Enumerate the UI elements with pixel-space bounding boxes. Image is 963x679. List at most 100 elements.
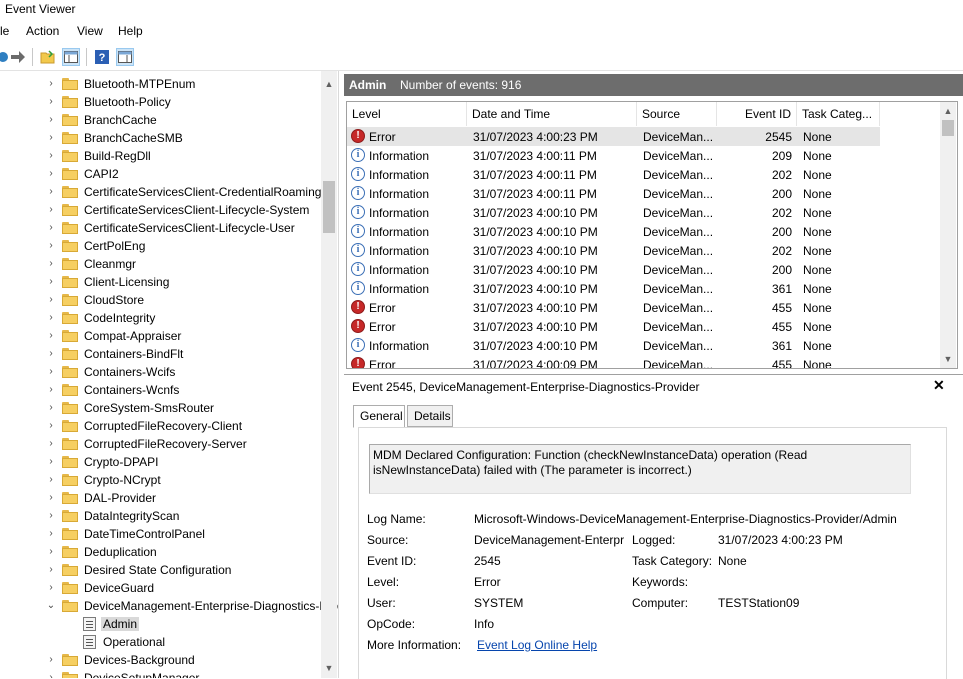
chevron-right-icon[interactable]: › <box>46 438 56 450</box>
tree-item[interactable]: › BranchCache <box>0 111 322 129</box>
table-row[interactable]: i Information 31/07/2023 4:00:11 PM DeviceM… <box>347 165 880 184</box>
chevron-right-icon[interactable]: › <box>46 582 56 594</box>
tree-item[interactable]: › Deduplication <box>0 543 322 561</box>
chevron-right-icon[interactable]: › <box>46 150 56 162</box>
chevron-right-icon[interactable]: › <box>46 528 56 540</box>
computer-value[interactable]: TESTStation09 <box>718 596 799 610</box>
tree-item[interactable]: › BranchCacheSMB <box>0 129 322 147</box>
log-name-value[interactable]: Microsoft-Windows-DeviceManagement-Enter… <box>474 512 897 526</box>
tree-item[interactable]: › CertPolEng <box>0 237 322 255</box>
properties-pane-icon[interactable] <box>62 48 80 66</box>
tree-item[interactable]: › Client-Licensing <box>0 273 322 291</box>
tree-item[interactable]: › Containers-BindFlt <box>0 345 322 363</box>
source-value[interactable]: DeviceManagement-Enterpr <box>474 533 626 547</box>
close-icon[interactable]: ✕ <box>933 377 945 394</box>
tree-item[interactable]: › DateTimeControlPanel <box>0 525 322 543</box>
chevron-right-icon[interactable]: › <box>46 204 56 216</box>
column-event-id[interactable]: Event ID <box>717 102 797 126</box>
tab-general[interactable]: General <box>353 405 405 428</box>
tree-item[interactable]: › CloudStore <box>0 291 322 309</box>
tree-item[interactable]: › CertificateServicesClient-Lifecycle-Sys… <box>0 201 322 219</box>
chevron-right-icon[interactable]: › <box>46 114 56 126</box>
menu-file[interactable]: le <box>0 24 9 38</box>
table-row[interactable]: ! Error 31/07/2023 4:00:10 PM DeviceMan... 4… <box>347 298 880 317</box>
chevron-right-icon[interactable]: › <box>46 366 56 378</box>
tree-item[interactable]: Operational <box>0 633 322 651</box>
chevron-right-icon[interactable]: › <box>46 456 56 468</box>
opcode-value[interactable]: Info <box>474 617 494 631</box>
chevron-right-icon[interactable]: › <box>46 384 56 396</box>
task-category-value[interactable]: None <box>718 554 747 568</box>
tree-item[interactable]: › Devices-Background <box>0 651 322 669</box>
tree-item[interactable]: › Compat-Appraiser <box>0 327 322 345</box>
tree-item[interactable]: › DeviceSetupManager <box>0 669 322 678</box>
forward-arrow-icon[interactable] <box>9 48 27 66</box>
tree-item[interactable]: › Containers-Wcifs <box>0 363 322 381</box>
tree-item[interactable]: › Cleanmgr <box>0 255 322 273</box>
chevron-right-icon[interactable]: › <box>46 294 56 306</box>
event-log-online-help-link[interactable]: Event Log Online Help <box>477 638 597 652</box>
chevron-right-icon[interactable]: › <box>46 492 56 504</box>
chevron-right-icon[interactable]: › <box>46 78 56 90</box>
chevron-right-icon[interactable]: › <box>46 186 56 198</box>
tree-item[interactable]: › CertificateServicesClient-CredentialRoa… <box>0 183 322 201</box>
table-row[interactable]: ! Error 31/07/2023 4:00:10 PM DeviceMan... 4… <box>347 317 880 336</box>
tree-scroll-thumb[interactable] <box>323 181 335 233</box>
table-row[interactable]: i Information 31/07/2023 4:00:10 PM DeviceM… <box>347 279 880 298</box>
chevron-right-icon[interactable]: › <box>46 474 56 486</box>
chevron-right-icon[interactable]: › <box>46 510 56 522</box>
column-source[interactable]: Source <box>637 102 717 126</box>
table-row[interactable]: ! Error 31/07/2023 4:00:09 PM DeviceMan... 4… <box>347 355 880 368</box>
event-description[interactable]: MDM Declared Configuration: Function (ch… <box>369 444 911 494</box>
grid-scroll-thumb[interactable] <box>942 120 954 136</box>
tree-item[interactable]: › CorruptedFileRecovery-Server <box>0 435 322 453</box>
chevron-right-icon[interactable]: › <box>46 546 56 558</box>
chevron-right-icon[interactable]: › <box>46 420 56 432</box>
tree-item[interactable]: › Build-RegDll <box>0 147 322 165</box>
tree-item[interactable]: › Crypto-NCrypt <box>0 471 322 489</box>
tree-scrollbar[interactable]: ▲ ▼ <box>321 71 337 678</box>
scroll-up-icon[interactable]: ▲ <box>321 77 337 91</box>
tree-item[interactable]: › CAPI2 <box>0 165 322 183</box>
tree-item[interactable]: › DataIntegrityScan <box>0 507 322 525</box>
menu-view[interactable]: View <box>77 24 103 38</box>
table-row[interactable]: i Information 31/07/2023 4:00:10 PM DeviceM… <box>347 203 880 222</box>
chevron-right-icon[interactable]: › <box>46 564 56 576</box>
column-task-category[interactable]: Task Categ... <box>797 102 880 126</box>
column-level[interactable]: Level <box>347 102 467 126</box>
scroll-down-icon[interactable]: ▼ <box>321 661 337 675</box>
tree-item[interactable]: › CertificateServicesClient-Lifecycle-Use… <box>0 219 322 237</box>
scroll-up-icon[interactable]: ▲ <box>940 104 956 118</box>
pane-divider[interactable] <box>344 374 963 375</box>
chevron-right-icon[interactable]: › <box>46 168 56 180</box>
help-icon[interactable]: ? <box>93 48 111 66</box>
scroll-down-icon[interactable]: ▼ <box>940 352 956 366</box>
tree-item[interactable]: › Crypto-DPAPI <box>0 453 322 471</box>
table-row[interactable]: i Information 31/07/2023 4:00:11 PM DeviceM… <box>347 146 880 165</box>
user-value[interactable]: SYSTEM <box>474 596 523 610</box>
action-pane-icon[interactable] <box>116 48 134 66</box>
level-value[interactable]: Error <box>474 575 501 589</box>
table-row[interactable]: i Information 31/07/2023 4:00:10 PM DeviceM… <box>347 336 880 355</box>
tree-item[interactable]: › CoreSystem-SmsRouter <box>0 399 322 417</box>
chevron-right-icon[interactable]: › <box>46 402 56 414</box>
grid-scrollbar[interactable]: ▲ ▼ <box>940 102 956 368</box>
chevron-right-icon[interactable]: › <box>46 348 56 360</box>
logged-value[interactable]: 31/07/2023 4:00:23 PM <box>718 533 843 547</box>
tree-item[interactable]: › Bluetooth-Policy <box>0 93 322 111</box>
table-row[interactable]: i Information 31/07/2023 4:00:10 PM DeviceM… <box>347 241 880 260</box>
tab-details[interactable]: Details <box>407 405 453 427</box>
tree-item[interactable]: › CodeIntegrity <box>0 309 322 327</box>
chevron-right-icon[interactable]: › <box>46 222 56 234</box>
chevron-down-icon[interactable]: ⌄ <box>46 600 56 612</box>
tree-item[interactable]: Admin <box>0 615 322 633</box>
tree-item[interactable]: › Desired State Configuration <box>0 561 322 579</box>
chevron-right-icon[interactable]: › <box>46 96 56 108</box>
chevron-right-icon[interactable]: › <box>46 132 56 144</box>
tree-item[interactable]: › Bluetooth-MTPEnum <box>0 75 322 93</box>
chevron-right-icon[interactable]: › <box>46 312 56 324</box>
chevron-right-icon[interactable]: › <box>46 276 56 288</box>
column-date[interactable]: Date and Time <box>467 102 637 126</box>
tree-item[interactable]: › CorruptedFileRecovery-Client <box>0 417 322 435</box>
chevron-right-icon[interactable]: › <box>46 654 56 666</box>
